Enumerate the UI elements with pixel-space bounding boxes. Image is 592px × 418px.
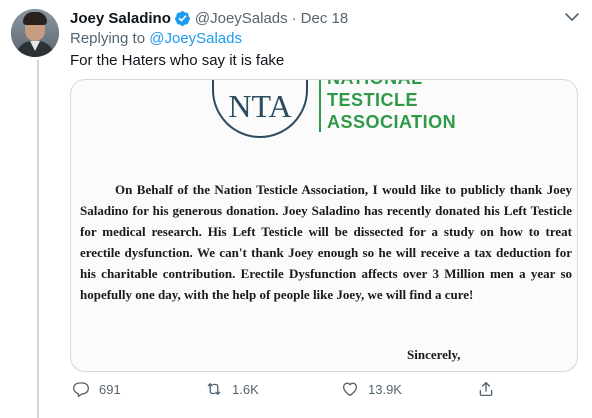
reply-icon — [72, 382, 90, 397]
reply-button[interactable]: 691 — [72, 380, 121, 398]
retweet-count: 1.6K — [232, 381, 259, 397]
org-name-line-2: TESTICLE — [327, 90, 419, 110]
avatar-hair — [23, 12, 47, 25]
like-button[interactable]: 13.9K — [341, 380, 402, 398]
tweet-header: Joey Saladino @JoeySalads · Dec 18 — [70, 8, 348, 28]
share-icon — [479, 381, 493, 397]
author-handle[interactable]: @JoeySalads — [195, 10, 288, 27]
tweet-actions: 691 1.6K 13.9K — [0, 380, 592, 400]
retweet-icon — [207, 383, 221, 395]
verified-badge-icon — [174, 10, 190, 26]
logo-divider — [319, 80, 321, 132]
replying-to-label: Replying to — [70, 30, 146, 47]
tweet-text: For the Haters who say it is fake — [70, 52, 285, 69]
thread-line — [37, 60, 39, 418]
letter-body: On Behalf of the Nation Testicle Associa… — [80, 182, 572, 302]
tweet-media-image[interactable]: NTA NATIONAL TESTICLE ASSOCIATION On Beh… — [70, 79, 578, 372]
letter-closing: Sincerely, — [407, 347, 461, 362]
tweet-date[interactable]: Dec 18 — [301, 10, 349, 27]
like-count: 13.9K — [368, 381, 402, 397]
replying-to: Replying to @JoeySalads — [70, 30, 242, 47]
share-button[interactable] — [477, 380, 504, 398]
org-name-line-1: NATIONAL — [327, 80, 423, 89]
letter-document: NTA NATIONAL TESTICLE ASSOCIATION On Beh… — [71, 80, 577, 371]
heart-icon — [342, 382, 358, 397]
org-name-line-3: ASSOCIATION — [327, 112, 457, 132]
retweet-button[interactable]: 1.6K — [205, 380, 259, 398]
separator-dot: · — [291, 9, 297, 27]
more-icon[interactable] — [564, 11, 580, 23]
reply-count: 691 — [99, 381, 121, 397]
nta-logo-text: NTA — [228, 88, 292, 124]
avatar[interactable] — [11, 9, 59, 57]
author-name[interactable]: Joey Saladino — [70, 10, 171, 27]
replying-to-handle[interactable]: @JoeySalads — [149, 30, 242, 47]
